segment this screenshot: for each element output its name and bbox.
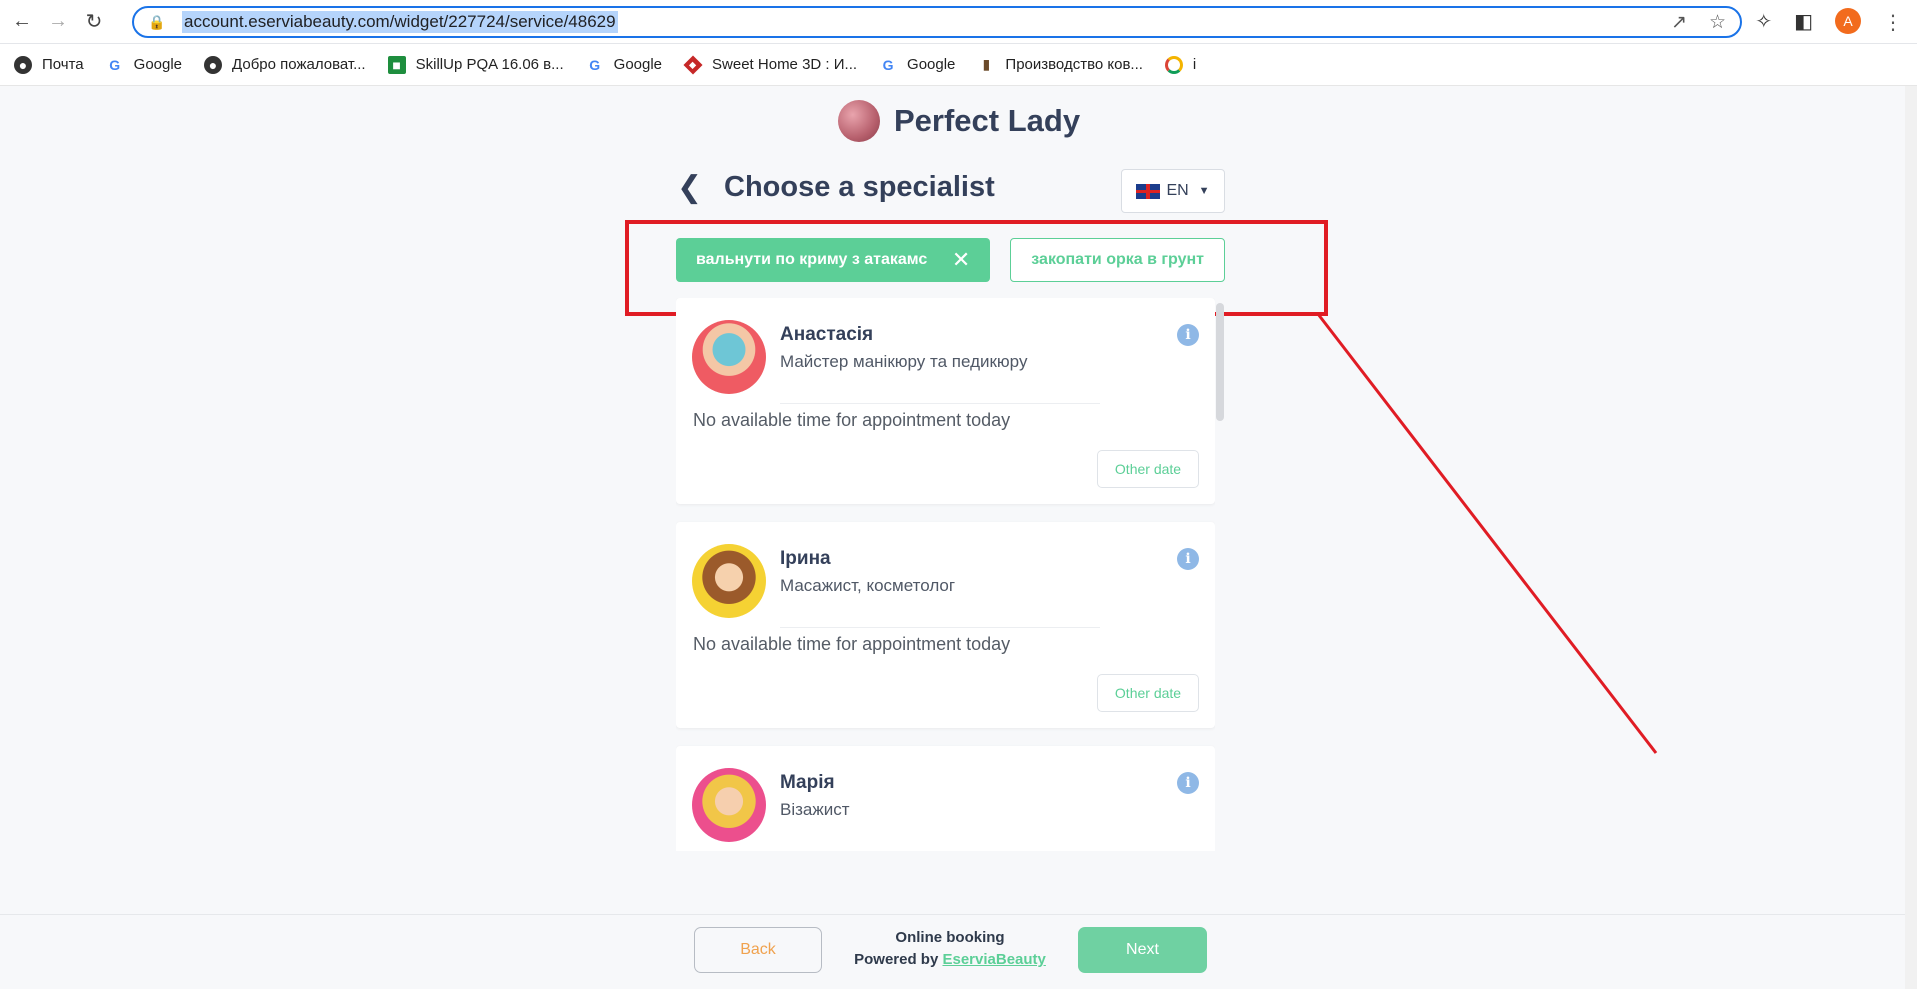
divider — [780, 403, 1100, 404]
share-icon[interactable]: ↗ — [1671, 11, 1687, 34]
globe-icon: ● — [14, 55, 32, 74]
powered-by: Powered by EserviaBeauty — [840, 951, 1060, 968]
powered-prefix: Powered by — [854, 951, 939, 968]
avatar — [692, 544, 766, 618]
star-icon[interactable]: ☆ — [1709, 11, 1726, 34]
google-icon: G — [882, 56, 894, 73]
bookmark-label: Google — [133, 56, 183, 73]
specialist-role: Масажист, косметолог — [780, 576, 956, 595]
specialist-card[interactable]: Ірина Масажист, косметолог i No availabl… — [676, 522, 1215, 728]
bookmarks-bar: ● Почта G Google ● Добро пожаловат... ■ Skil… — [0, 44, 1917, 86]
brand-logo — [838, 100, 880, 142]
cube-icon: ■ — [683, 54, 703, 75]
list-scrollbar[interactable] — [1216, 303, 1224, 421]
page-scrollbar[interactable] — [1905, 86, 1917, 989]
book-icon: ▮ — [982, 56, 991, 72]
online-booking-label: Online booking — [895, 929, 1005, 946]
info-icon[interactable]: i — [1177, 772, 1199, 794]
caret-down-icon: ▼ — [1198, 185, 1210, 197]
bookmark-label: Производство ков... — [1005, 56, 1143, 73]
bookmark-item[interactable]: i — [1164, 55, 1197, 74]
specialist-list: Анастасія Майстер манікюру та педикюру i… — [676, 298, 1215, 851]
specialist-card[interactable]: Марія Візажист i — [676, 746, 1215, 851]
bookmark-label: Sweet Home 3D : И... — [712, 56, 858, 73]
globe-icon: ● — [204, 55, 223, 74]
info-icon[interactable]: i — [1177, 324, 1199, 346]
availability-text: No available time for appointment today — [693, 410, 1011, 430]
bookmark-item[interactable]: G Google — [586, 56, 662, 74]
avatar — [692, 768, 766, 842]
bookmark-item[interactable]: ■ SkillUp PQA 16.06 в... — [387, 55, 564, 74]
extensions-icon[interactable]: ✧ — [1755, 9, 1772, 34]
google-icon: G — [109, 56, 121, 73]
specialist-role: Майстер манікюру та педикюру — [780, 352, 1028, 371]
forward-arrow-icon[interactable]: → — [44, 8, 72, 36]
bookmark-item[interactable]: ■ Sweet Home 3D : И... — [683, 54, 858, 75]
specialist-card[interactable]: Анастасія Майстер манікюру та педикюру i… — [676, 298, 1215, 504]
back-button[interactable]: Back — [694, 927, 822, 973]
page-title: Choose a specialist — [724, 171, 995, 203]
bookmark-label: i — [1192, 56, 1197, 73]
menu-icon[interactable]: ⋮ — [1883, 10, 1903, 35]
language-select[interactable]: EN ▼ — [1121, 169, 1225, 213]
bookmark-label: Добро пожаловат... — [232, 56, 366, 73]
divider — [780, 627, 1100, 628]
google-icon: G — [589, 56, 601, 73]
bookmark-label: Google — [907, 56, 956, 73]
next-button[interactable]: Next — [1078, 927, 1207, 973]
browser-toolbar: ← → ↻ 🔒 account.eserviabeauty.com/widget… — [0, 0, 1917, 44]
brand-name: Perfect Lady — [894, 103, 1081, 138]
back-arrow-icon[interactable]: ← — [8, 8, 36, 36]
availability-text: No available time for appointment today — [693, 634, 1011, 654]
specialist-name: Ірина — [780, 548, 831, 569]
bookmark-label: SkillUp PQA 16.06 в... — [415, 56, 564, 73]
uk-flag-icon — [1136, 183, 1161, 199]
bookmark-label: Google — [613, 56, 663, 73]
url-text[interactable]: account.eserviabeauty.com/widget/227724/… — [182, 11, 618, 33]
specialist-name: Марія — [780, 772, 835, 793]
reload-icon[interactable]: ↻ — [80, 8, 108, 36]
bookmark-item[interactable]: G Google — [879, 56, 956, 74]
bookmark-item[interactable]: G Google — [106, 56, 182, 74]
chevron-left-icon[interactable]: ❮ — [677, 170, 702, 205]
specialist-name: Анастасія — [780, 324, 874, 345]
address-bar[interactable]: 🔒 account.eserviabeauty.com/widget/22772… — [132, 6, 1742, 38]
bookmark-label: Почта — [42, 56, 84, 73]
side-panel-icon[interactable]: ◧ — [1794, 9, 1813, 34]
eservia-link[interactable]: EserviaBeauty — [942, 951, 1045, 968]
info-icon[interactable]: i — [1177, 548, 1199, 570]
brand: Perfect Lady — [838, 100, 1080, 142]
bookmark-item[interactable]: ▮ Производство ков... — [977, 56, 1143, 74]
bookmark-item[interactable]: ● Добро пожаловат... — [204, 55, 366, 74]
lock-icon[interactable]: 🔒 — [148, 14, 165, 31]
other-date-button[interactable]: Other date — [1097, 674, 1199, 712]
specialist-role: Візажист — [780, 800, 850, 819]
ring-icon — [1164, 55, 1183, 74]
bookmark-item[interactable]: ● Почта — [14, 55, 84, 74]
annotation-line — [1316, 313, 1658, 754]
classroom-icon: ■ — [387, 55, 406, 74]
profile-avatar[interactable]: A — [1835, 8, 1861, 34]
other-date-button[interactable]: Other date — [1097, 450, 1199, 488]
avatar — [692, 320, 766, 394]
language-label: EN — [1166, 182, 1189, 199]
